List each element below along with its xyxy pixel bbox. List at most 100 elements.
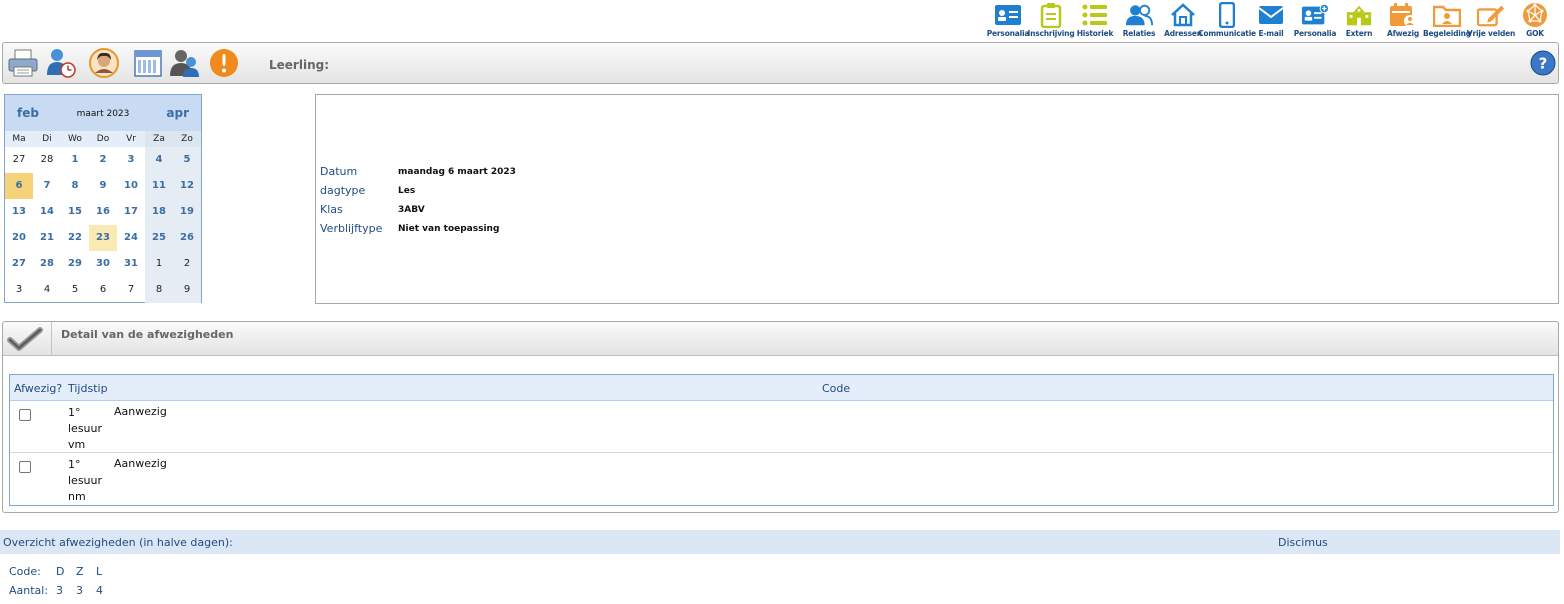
nav-inschrijving[interactable]: Inschrijving: [1027, 0, 1075, 40]
overview-count-line: Aantal: 3 3 4: [9, 581, 116, 600]
calendar-day[interactable]: 9: [173, 277, 201, 303]
calendar-day[interactable]: 28: [33, 147, 61, 173]
calendar-day[interactable]: 29: [61, 251, 89, 277]
calendar-day[interactable]: 2: [89, 147, 117, 173]
calendar-day[interactable]: 21: [33, 225, 61, 251]
info-key: Datum: [320, 165, 358, 178]
calendar-day[interactable]: 4: [145, 147, 173, 173]
overview-count: 3: [56, 584, 63, 597]
calendar-day[interactable]: 15: [61, 199, 89, 225]
warning-icon[interactable]: [208, 47, 240, 79]
info-value: Les: [398, 185, 416, 196]
calendar-day[interactable]: 14: [33, 199, 61, 225]
calendar-day[interactable]: 27: [5, 251, 33, 277]
nav-afwezig[interactable]: Afwezig: [1382, 0, 1424, 40]
calendar-day[interactable]: 22: [61, 225, 89, 251]
nav-e-mail[interactable]: E-mail: [1250, 0, 1292, 40]
user-clock-icon[interactable]: [45, 47, 77, 79]
calendar-day[interactable]: 3: [5, 277, 33, 303]
calendar-day[interactable]: 12: [173, 173, 201, 199]
calendar-day[interactable]: 1: [145, 251, 173, 277]
calendar-day[interactable]: 2: [173, 251, 201, 277]
table-body: 1° lesuur vm Aanwezig 1° lesuur nm Aanwezig: [10, 401, 1553, 505]
nav-relaties[interactable]: Relaties: [1118, 0, 1160, 40]
calendar-day[interactable]: 13: [5, 199, 33, 225]
calendar-day[interactable]: 25: [145, 225, 173, 251]
info-row-datum: Datum maandag 6 maart 2023: [320, 165, 516, 178]
calendar-day[interactable]: 9: [89, 173, 117, 199]
detail-header: Detail van de afwezigheden: [3, 322, 1558, 356]
checkmark-icon[interactable]: [7, 326, 43, 352]
calendar-person-icon: [1389, 2, 1417, 28]
calendar-day[interactable]: 5: [61, 277, 89, 303]
folder-person-icon: [1433, 2, 1461, 28]
top-navigation: Personalia Inschrijving Historiek Relaties A…: [986, 0, 1556, 40]
calendar-day[interactable]: 1: [61, 147, 89, 173]
nav-personalia-plus[interactable]: Personalia: [1294, 0, 1336, 40]
nav-label: Personalia: [1293, 29, 1337, 38]
table-header: Afwezig? Tijdstip Code: [10, 375, 1553, 401]
people-icon: [1125, 2, 1153, 28]
nav-label: Communicatie: [1198, 29, 1256, 38]
info-value: Niet van toepassing: [398, 223, 500, 234]
absent-checkbox[interactable]: [19, 461, 31, 473]
row-code: Aanwezig: [114, 457, 167, 470]
weekday-header: Za: [145, 131, 173, 147]
info-row-dagtype: dagtype Les: [320, 184, 415, 197]
nav-personalia[interactable]: Personalia: [987, 0, 1029, 40]
day-info-panel: Datum maandag 6 maart 2023 dagtype Les Klas 3…: [315, 94, 1559, 304]
calendar-day[interactable]: 17: [117, 199, 145, 225]
calendar-next-month[interactable]: apr: [166, 106, 189, 120]
school-icon: [1345, 2, 1373, 28]
calendar-day[interactable]: 27: [5, 147, 33, 173]
overview-code-line: Code: D Z L: [9, 562, 116, 581]
calendar-day[interactable]: 30: [89, 251, 117, 277]
row-tijdstip: 1° lesuur vm: [68, 406, 103, 451]
calendar-grid: Ma Di Wo Do Vr Za Zo 27 28 1 2 3 4 5 6 7 8 9 10 11 12 13 14 15 1…: [5, 131, 201, 303]
nav-begeleiding[interactable]: Begeleiding: [1423, 0, 1471, 40]
calendar-day[interactable]: 20: [5, 225, 33, 251]
calendar-day[interactable]: 28: [33, 251, 61, 277]
overview-count: 3: [76, 584, 83, 597]
nav-label: Afwezig: [1387, 29, 1419, 38]
nav-communicatie[interactable]: Communicatie: [1198, 0, 1256, 40]
calendar-day[interactable]: 3: [117, 147, 145, 173]
help-icon[interactable]: ?: [1530, 50, 1556, 76]
nav-extern[interactable]: Extern: [1338, 0, 1380, 40]
calendar-day[interactable]: 6: [5, 173, 33, 199]
calendar-day[interactable]: 19: [173, 199, 201, 225]
calendar-day[interactable]: 23: [89, 225, 117, 251]
printer-icon[interactable]: [7, 47, 39, 79]
overview-code: L: [96, 565, 103, 578]
id-card-plus-icon: [1301, 2, 1329, 28]
student-photo-icon[interactable]: [88, 47, 120, 79]
calendar-day[interactable]: 16: [89, 199, 117, 225]
nav-vrije-velden[interactable]: Vrije velden: [1467, 0, 1515, 40]
calendar-icon[interactable]: [132, 47, 164, 79]
nav-historiek[interactable]: Historiek: [1074, 0, 1116, 40]
calendar-day[interactable]: 18: [145, 199, 173, 225]
overview-count: 4: [96, 584, 103, 597]
nav-gok[interactable]: GOK: [1514, 0, 1556, 40]
calendar-day[interactable]: 11: [145, 173, 173, 199]
weekday-header: Zo: [173, 131, 201, 147]
nav-label: Begeleiding: [1423, 29, 1471, 38]
overview-table: Code: D Z L Aantal: 3 3 4: [9, 562, 116, 600]
calendar-day[interactable]: 10: [117, 173, 145, 199]
users-icon[interactable]: [169, 47, 201, 79]
calendar-day[interactable]: 7: [117, 277, 145, 303]
calendar-day[interactable]: 26: [173, 225, 201, 251]
info-row-verblijftype: Verblijftype Niet van toepassing: [320, 222, 499, 235]
absent-checkbox[interactable]: [19, 409, 31, 421]
nav-label: Inschrijving: [1027, 29, 1075, 38]
row-code: Aanwezig: [114, 405, 167, 418]
calendar-day[interactable]: 8: [145, 277, 173, 303]
calendar-day[interactable]: 6: [89, 277, 117, 303]
calendar-day[interactable]: 7: [33, 173, 61, 199]
calendar-day[interactable]: 31: [117, 251, 145, 277]
calendar-day[interactable]: 8: [61, 173, 89, 199]
info-value: 3ABV: [398, 204, 425, 215]
calendar-day[interactable]: 5: [173, 147, 201, 173]
calendar-day[interactable]: 4: [33, 277, 61, 303]
calendar-day[interactable]: 24: [117, 225, 145, 251]
